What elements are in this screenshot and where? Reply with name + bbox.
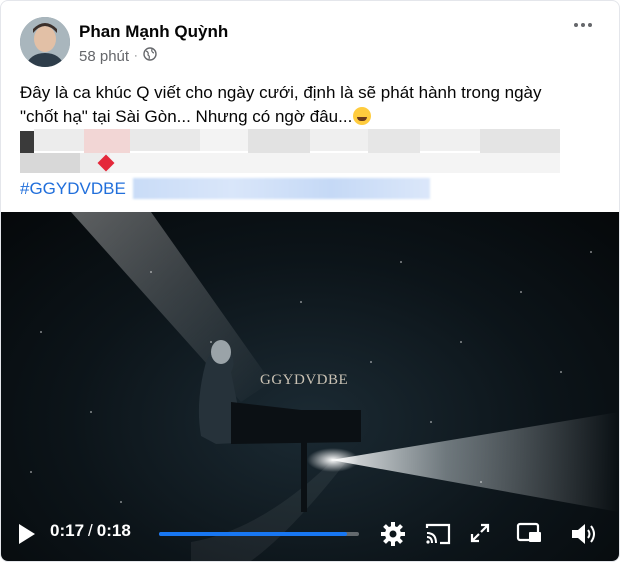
post-header: Phan Mạnh Quỳnh 58 phút ·: [20, 17, 619, 73]
author-avatar[interactable]: [20, 17, 70, 67]
post-text-line: Đây là ca khúc Q viết cho ngày cưới, địn…: [20, 83, 542, 102]
progress-bar-fill: [159, 532, 347, 536]
video-player[interactable]: GGYDVDBE 0:17/0:18: [1, 212, 619, 561]
post-text-line: "chốt hạ" tại Sài Gòn... Nhưng có ngờ đâ…: [20, 105, 605, 129]
post-meta: 58 phút ·: [79, 47, 157, 65]
globe-icon: [143, 47, 157, 65]
more-options-icon[interactable]: [569, 15, 597, 35]
play-icon[interactable]: [17, 523, 37, 550]
cast-icon[interactable]: [425, 522, 451, 551]
blurred-hashtags[interactable]: [133, 178, 430, 199]
laughing-emoji-icon: [353, 107, 372, 125]
hashtag-link[interactable]: #GGYDVDBE: [20, 179, 126, 198]
video-time: 0:17/0:18: [50, 521, 131, 541]
blurred-text-region: [20, 129, 605, 177]
picture-in-picture-icon[interactable]: [516, 522, 542, 549]
duration: 0:18: [96, 521, 131, 540]
settings-gear-icon[interactable]: [380, 521, 406, 552]
meta-separator: ·: [134, 50, 138, 62]
video-watermark: GGYDVDBE: [260, 372, 349, 388]
post-text: Đây là ca khúc Q viết cho ngày cưới, địn…: [20, 81, 605, 201]
hashtags: #GGYDVDBE: [20, 177, 605, 201]
volume-icon[interactable]: [570, 521, 598, 552]
time-separator: /: [88, 521, 93, 540]
fullscreen-icon[interactable]: [470, 523, 490, 548]
post-time[interactable]: 58 phút: [79, 48, 129, 65]
progress-bar[interactable]: [159, 532, 359, 536]
facebook-post: Phan Mạnh Quỳnh 58 phút · Đây là ca khúc…: [0, 0, 620, 562]
author-name[interactable]: Phan Mạnh Quỳnh: [79, 22, 228, 42]
video-controls: 0:17/0:18: [1, 509, 619, 561]
current-time: 0:17: [50, 521, 85, 540]
